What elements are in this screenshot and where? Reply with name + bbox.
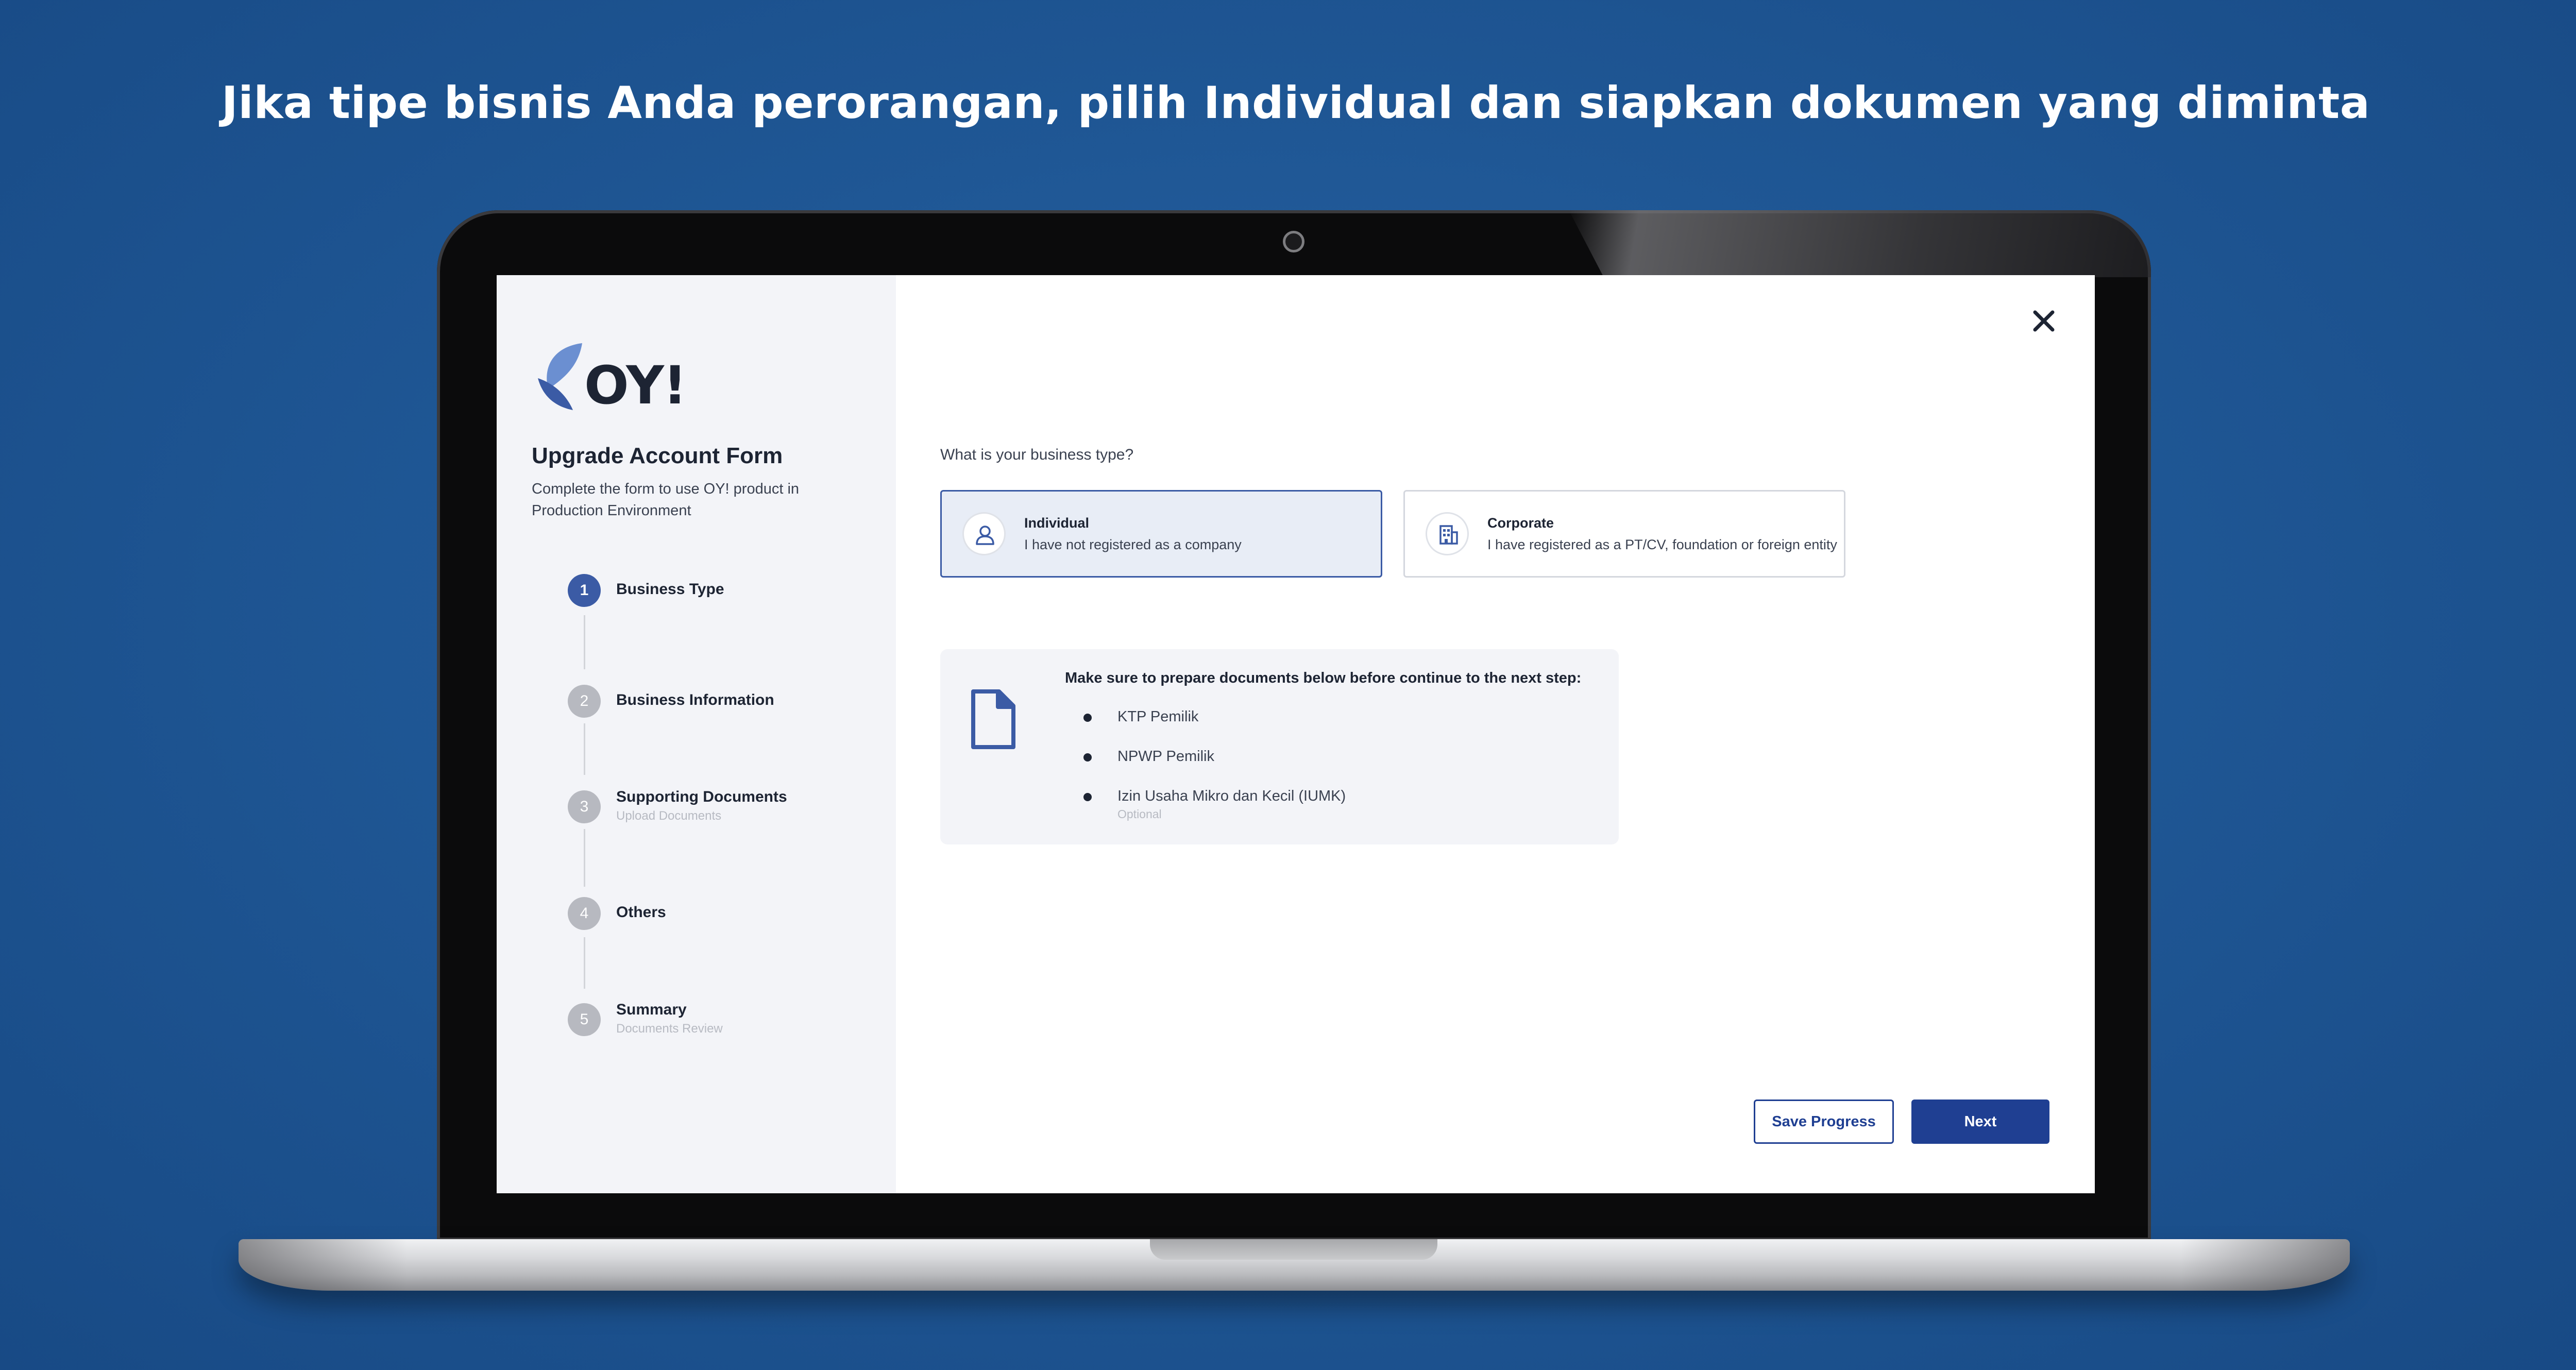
step-connector [584,829,585,887]
step-number: 4 [568,897,601,930]
step-label: Others [616,904,666,921]
laptop-notch [1150,1239,1437,1260]
checklist-title: Make sure to prepare documents below bef… [1065,670,1582,686]
step-label: Business Type [616,581,724,598]
save-progress-button[interactable]: Save Progress [1754,1100,1894,1144]
step-number: 3 [568,790,601,823]
optional-note: Optional [1117,807,1162,821]
option-title: Corporate [1487,515,1554,531]
logo-text: OY! [584,355,687,416]
step-connector [584,615,585,669]
document-icon [970,689,1016,753]
step-connector [584,937,585,989]
step-number: 2 [568,685,601,718]
step-label: Supporting Documents [616,788,787,805]
screen-glare [1569,210,2151,277]
step-label: Business Information [616,691,774,708]
bullet [1083,714,1092,722]
next-button[interactable]: Next [1911,1100,2049,1144]
laptop-camera [1283,231,1304,252]
step-connector [584,723,585,775]
step-sublabel: Documents Review [616,1022,723,1036]
close-icon[interactable] [2030,307,2058,335]
option-description: I have registered as a PT/CV, foundation… [1487,537,1837,552]
bullet [1083,753,1092,762]
building-icon [1426,512,1469,555]
step-number: 5 [568,1003,601,1036]
document-checklist: Make sure to prepare documents below bef… [940,649,1619,844]
option-individual[interactable]: Individual I have not registered as a co… [940,490,1382,578]
option-description: I have not registered as a company [1024,537,1242,552]
leaf-icon [538,343,582,410]
sidebar: OY! Upgrade Account Form Complete the fo… [497,275,896,1193]
app-window: OY! Upgrade Account Form Complete the fo… [497,275,2095,1193]
business-type-question: What is your business type? [940,446,1134,463]
step-number: 1 [568,574,601,607]
step-label: Summary [616,1001,687,1018]
bullet [1083,793,1092,801]
page-headline: Jika tipe bisnis Anda perorangan, pilih … [221,77,2370,129]
step-sublabel: Upload Documents [616,809,722,823]
option-title: Individual [1024,515,1090,531]
option-corporate[interactable]: Corporate I have registered as a PT/CV, … [1403,490,1845,578]
document-label: KTP Pemilik [1117,708,1199,725]
form-subtitle: Complete the form to use OY! product in … [532,481,800,519]
form-title: Upgrade Account Form [532,443,783,468]
user-icon [962,512,1006,555]
document-label: NPWP Pemilik [1117,748,1214,765]
document-label: Izin Usaha Mikro dan Kecil (IUMK) [1117,788,1346,804]
oy-logo: OY! [537,342,687,419]
